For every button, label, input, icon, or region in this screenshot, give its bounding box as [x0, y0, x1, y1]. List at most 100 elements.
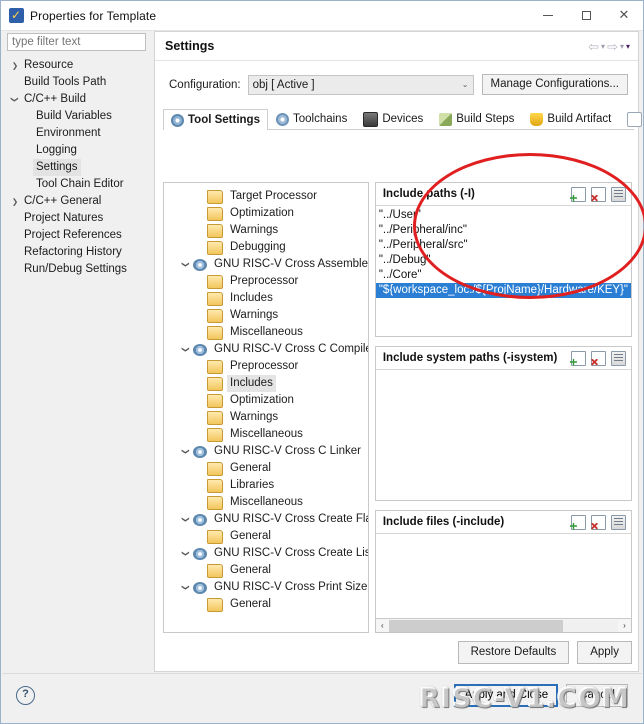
tool-tree-item[interactable]: GNU RISC-V Cross Create Listing [170, 545, 368, 562]
tool-tree-item[interactable]: Miscellaneous [170, 324, 368, 341]
tool-tree-item[interactable]: GNU RISC-V Cross Create Flash Image [170, 511, 368, 528]
delete-icon[interactable] [591, 514, 606, 530]
add-icon[interactable] [571, 350, 586, 366]
apply-and-close-button[interactable]: Apply and Close [454, 684, 559, 707]
tool-tree-item[interactable]: GNU RISC-V Cross Assembler [170, 256, 368, 273]
scrollbar-thumb[interactable] [388, 619, 563, 632]
chevron-down-icon[interactable] [180, 345, 193, 354]
tool-tree-item[interactable]: Debugging [170, 239, 368, 256]
tool-tree-item[interactable]: Optimization [170, 392, 368, 409]
tool-tree-item[interactable]: Preprocessor [170, 358, 368, 375]
apply-button[interactable]: Apply [577, 640, 632, 664]
tool-tree-item[interactable]: Preprocessor [170, 273, 368, 290]
edit-icon[interactable] [611, 350, 626, 366]
tool-tree-item[interactable]: GNU RISC-V Cross C Compiler [170, 341, 368, 358]
chevron-down-icon[interactable] [180, 447, 193, 456]
scrollbar-track[interactable] [388, 619, 618, 632]
delete-icon[interactable] [591, 350, 606, 366]
scroll-left-icon[interactable]: ‹ [376, 621, 389, 630]
list-item[interactable]: "../Peripheral/src" [376, 238, 631, 253]
chevron-down-icon[interactable] [180, 515, 193, 524]
tool-tree-item[interactable]: General [170, 528, 368, 545]
tab-toolchains[interactable]: Toolchains [268, 108, 355, 129]
sidebar-item-label: C/C++ Build [24, 93, 87, 105]
chevron-down-icon[interactable] [180, 549, 193, 558]
configuration-select[interactable]: obj [ Active ] ⌄ [247, 74, 474, 95]
chevron-down-icon[interactable] [9, 91, 21, 108]
tool-tree-item[interactable]: General [170, 562, 368, 579]
chevron-right-icon[interactable] [9, 57, 21, 74]
list-item[interactable]: "../User" [376, 208, 631, 223]
sidebar-item-refactoring-history[interactable]: Refactoring History [7, 244, 149, 261]
option-group-list[interactable]: "../User" "../Peripheral/inc" "../Peripher… [375, 206, 631, 336]
tab-build-artifact[interactable]: Build Artifact [522, 108, 619, 129]
help-icon[interactable]: ? [16, 686, 35, 705]
sidebar-item-build-variables[interactable]: Build Variables [7, 108, 149, 125]
delete-icon[interactable] [591, 186, 606, 202]
chevron-down-icon[interactable] [180, 583, 193, 592]
tool-tree-item[interactable]: Miscellaneous [170, 426, 368, 443]
tool-tree-item[interactable]: Optimization [170, 205, 368, 222]
sidebar-item-project-references[interactable]: Project References [7, 227, 149, 244]
tool-tree-item[interactable]: Libraries [170, 477, 368, 494]
app-icon: ✓ [9, 8, 24, 23]
sidebar-item-run-debug-settings[interactable]: Run/Debug Settings [7, 261, 149, 278]
list-item[interactable]: "../Core" [376, 268, 631, 283]
scroll-right-icon[interactable]: › [618, 621, 631, 630]
forward-menu-caret-icon[interactable]: ▾ [620, 40, 624, 53]
tool-tree-item[interactable]: Warnings [170, 409, 368, 426]
tool-tree-item[interactable]: Includes [170, 375, 368, 392]
chevron-down-icon[interactable] [180, 260, 193, 269]
sidebar-item-resource[interactable]: Resource [7, 57, 149, 74]
list-item[interactable]: "${workspace_loc:/${ProjName}/Hardware/K… [375, 283, 631, 298]
list-item[interactable]: "../Debug" [376, 253, 631, 268]
tool-tree-panel[interactable]: Target Processor Optimization Warnings Debu… [163, 182, 369, 633]
tab-devices[interactable]: Devices [355, 108, 431, 129]
tab-binary-pa[interactable]: Binary Pa [619, 108, 644, 129]
cancel-button[interactable]: Cancel [566, 684, 628, 707]
sidebar-item-environment[interactable]: Environment [7, 125, 149, 142]
tab-tool-settings[interactable]: Tool Settings [163, 109, 268, 130]
forward-arrow-icon[interactable]: ⇨ [607, 40, 618, 53]
maximize-button[interactable] [567, 1, 605, 30]
list-item[interactable]: "../Peripheral/inc" [376, 223, 631, 238]
back-arrow-icon[interactable]: ⇦ [588, 40, 599, 53]
horizontal-scrollbar[interactable]: ‹ › [374, 619, 632, 633]
tool-tree-item[interactable]: General [170, 460, 368, 477]
filter-input[interactable] [7, 33, 146, 51]
tool-tree[interactable]: Target Processor Optimization Warnings Debu… [164, 183, 368, 613]
chevron-down-icon: ⌄ [461, 80, 469, 89]
sidebar-item-c-c-build[interactable]: C/C++ Build [7, 91, 149, 108]
settings-panes: Target Processor Optimization Warnings Debu… [163, 182, 632, 633]
tool-tree-item[interactable]: Target Processor [170, 188, 368, 205]
option-group-list[interactable] [375, 370, 631, 500]
sidebar-item-build-tools-path[interactable]: Build Tools Path [7, 74, 149, 91]
page-menu-caret-icon[interactable]: ▾ [626, 40, 630, 53]
tool-tree-item[interactable]: Includes [170, 290, 368, 307]
tool-tree-item[interactable]: Warnings [170, 222, 368, 239]
tool-tree-item[interactable]: Miscellaneous [170, 494, 368, 511]
add-icon[interactable] [571, 186, 586, 202]
restore-defaults-button[interactable]: Restore Defaults [457, 640, 570, 664]
tab-build-steps[interactable]: Build Steps [431, 108, 522, 129]
tool-tree-item[interactable]: GNU RISC-V Cross Print Size [170, 579, 368, 596]
minimize-button[interactable] [529, 1, 567, 30]
sidebar-item-logging[interactable]: Logging [7, 142, 149, 159]
close-button[interactable]: ✕ [605, 1, 643, 30]
settings-tabs[interactable]: Tool Settings Toolchains Devices Build Step… [163, 107, 643, 130]
edit-icon[interactable] [611, 186, 626, 202]
tool-tree-item[interactable]: Warnings [170, 307, 368, 324]
sidebar-item-project-natures[interactable]: Project Natures [7, 210, 149, 227]
option-group-list[interactable] [375, 534, 631, 618]
tool-tree-item[interactable]: General [170, 596, 368, 613]
sidebar-item-settings[interactable]: Settings [7, 159, 149, 176]
edit-icon[interactable] [611, 514, 626, 530]
settings-tree[interactable]: Resource Build Tools Path C/C++ Build Build… [7, 57, 149, 278]
chevron-right-icon[interactable] [9, 193, 21, 210]
back-menu-caret-icon[interactable]: ▾ [601, 40, 605, 53]
sidebar-item-c-c-general[interactable]: C/C++ General [7, 193, 149, 210]
tool-tree-item[interactable]: GNU RISC-V Cross C Linker [170, 443, 368, 460]
add-icon[interactable] [571, 514, 586, 530]
sidebar-item-tool-chain-editor[interactable]: Tool Chain Editor [7, 176, 149, 193]
manage-configurations-button[interactable]: Manage Configurations... [481, 74, 628, 95]
